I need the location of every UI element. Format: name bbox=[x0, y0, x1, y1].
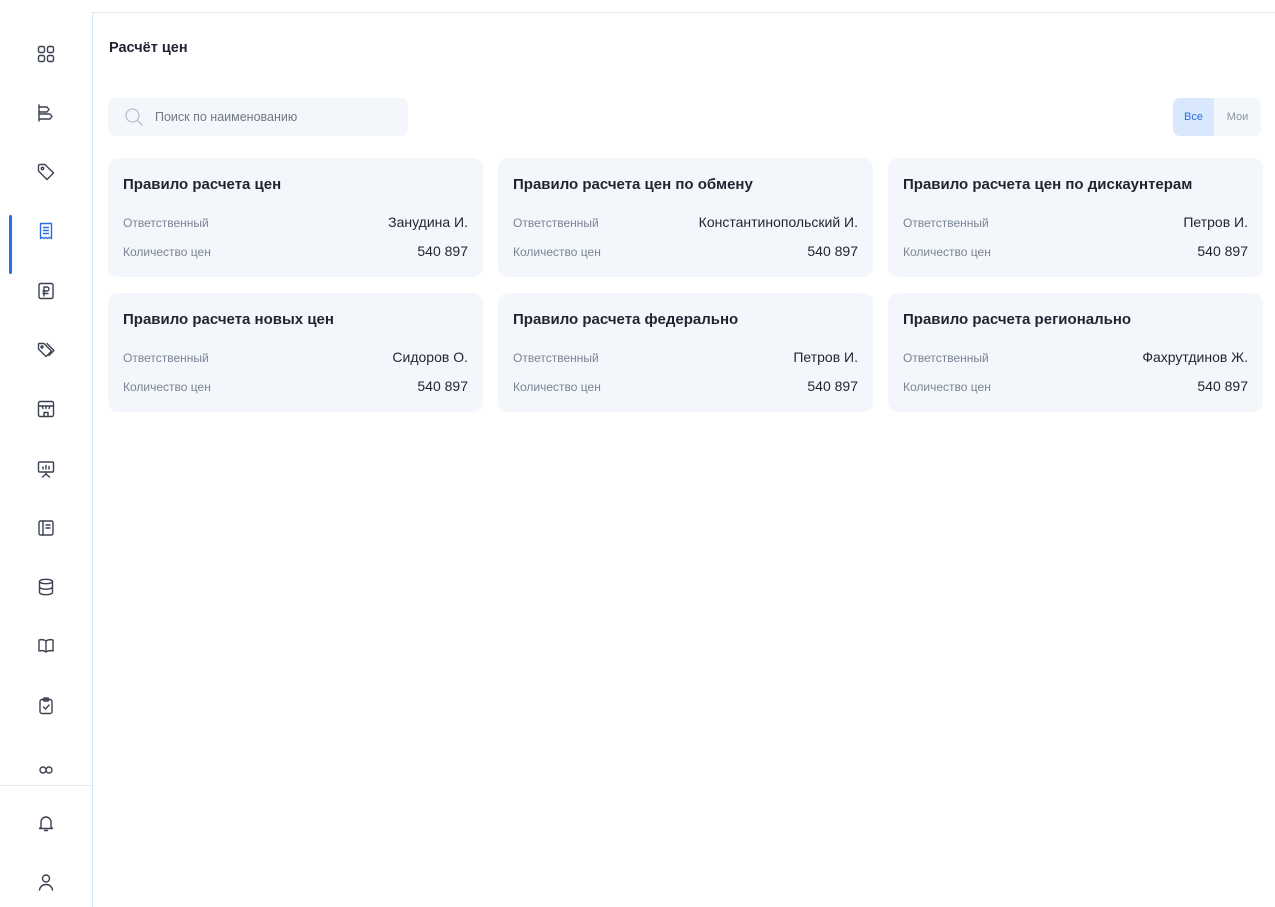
search-box[interactable] bbox=[108, 98, 408, 136]
tags-icon bbox=[37, 342, 55, 358]
price-count-row: Количество цен 540 897 bbox=[903, 378, 1248, 394]
price-count-value: 540 897 bbox=[807, 243, 858, 259]
database-icon bbox=[38, 578, 54, 596]
sidebar-divider bbox=[0, 785, 92, 786]
sidebar-item-price-calculation[interactable] bbox=[0, 211, 92, 251]
sidebar-item-catalog[interactable] bbox=[0, 626, 92, 666]
rule-card-title: Правило расчета цен по обмену bbox=[513, 176, 753, 193]
page-title: Расчёт цен bbox=[109, 40, 188, 56]
rule-card[interactable]: Правило расчета регионально Ответственны… bbox=[888, 293, 1263, 412]
responsible-value: Константинопольский И. bbox=[698, 214, 858, 230]
rule-card-title: Правило расчета цен по дискаунтерам bbox=[903, 176, 1193, 193]
sidebar-item-hierarchy[interactable] bbox=[0, 93, 92, 133]
price-count-label: Количество цен bbox=[513, 245, 601, 259]
responsible-value: Занудина И. bbox=[388, 214, 468, 230]
price-count-row: Количество цен 540 897 bbox=[903, 243, 1248, 259]
responsible-value: Петров И. bbox=[1183, 214, 1248, 230]
price-count-row: Количество цен 540 897 bbox=[123, 243, 468, 259]
responsible-value: Фахрутдинов Ж. bbox=[1142, 349, 1248, 365]
price-count-label: Количество цен bbox=[123, 245, 211, 259]
responsible-row: Ответственный Сидоров О. bbox=[123, 349, 468, 365]
sidebar-item-presentations[interactable] bbox=[0, 449, 92, 489]
sidebar bbox=[0, 12, 93, 907]
rule-card[interactable]: Правило расчета цен по обмену Ответствен… bbox=[498, 158, 873, 277]
responsible-label: Ответственный bbox=[903, 216, 989, 230]
rule-card[interactable]: Правило расчета федерально Ответственный… bbox=[498, 293, 873, 412]
search-icon bbox=[125, 108, 143, 126]
price-count-row: Количество цен 540 897 bbox=[123, 378, 468, 394]
rule-card-title: Правило расчета цен bbox=[123, 176, 282, 193]
responsible-row: Ответственный Занудина И. bbox=[123, 214, 468, 230]
presentation-icon bbox=[37, 461, 55, 478]
rule-card[interactable]: Правило расчета цен по дискаунтерам Отве… bbox=[888, 158, 1263, 277]
price-count-label: Количество цен bbox=[903, 380, 991, 394]
responsible-value: Петров И. bbox=[793, 349, 858, 365]
rule-card-title: Правило расчета регионально bbox=[903, 311, 1132, 328]
price-count-label: Количество цен bbox=[123, 380, 211, 394]
receipt-icon bbox=[39, 222, 53, 240]
sidebar-item-promotions[interactable] bbox=[0, 330, 92, 370]
top-border bbox=[0, 12, 1275, 13]
clipboard-check-icon bbox=[39, 697, 53, 715]
sidebar-item-tags[interactable] bbox=[0, 152, 92, 192]
price-count-value: 540 897 bbox=[807, 378, 858, 394]
book-icon bbox=[38, 639, 54, 653]
tag-icon bbox=[37, 163, 55, 181]
filter-all-button[interactable]: Все bbox=[1173, 98, 1214, 136]
price-count-value: 540 897 bbox=[417, 378, 468, 394]
price-count-value: 540 897 bbox=[1197, 378, 1248, 394]
responsible-label: Ответственный bbox=[513, 216, 599, 230]
filter-mine-button[interactable]: Мои bbox=[1214, 98, 1261, 136]
bell-icon bbox=[38, 816, 54, 832]
price-count-value: 540 897 bbox=[417, 243, 468, 259]
profile-button[interactable] bbox=[0, 862, 92, 902]
responsible-row: Ответственный Петров И. bbox=[903, 214, 1248, 230]
sidebar-item-prices[interactable] bbox=[0, 271, 92, 311]
price-count-label: Количество цен bbox=[513, 380, 601, 394]
rule-card-title: Правило расчета новых цен bbox=[123, 311, 334, 328]
sidebar-item-documents[interactable] bbox=[0, 508, 92, 548]
sidebar-item-dashboard[interactable] bbox=[0, 34, 92, 74]
responsible-row: Ответственный Петров И. bbox=[513, 349, 858, 365]
grid-icon bbox=[37, 45, 55, 63]
app-root: Расчёт цен Все Мои Правило расчета цен О… bbox=[0, 0, 1275, 907]
rule-card[interactable]: Правило расчета цен Ответственный Зануди… bbox=[108, 158, 483, 277]
sidebar-item-tasks[interactable] bbox=[0, 686, 92, 726]
sidebar-scroll-mask bbox=[0, 786, 92, 798]
ruble-icon bbox=[38, 282, 54, 300]
responsible-label: Ответственный bbox=[123, 216, 209, 230]
hierarchy-icon bbox=[38, 104, 53, 122]
price-count-value: 540 897 bbox=[1197, 243, 1248, 259]
store-icon bbox=[37, 400, 55, 418]
price-count-row: Количество цен 540 897 bbox=[513, 378, 858, 394]
rule-card[interactable]: Правило расчета новых цен Ответственный … bbox=[108, 293, 483, 412]
responsible-label: Ответственный bbox=[903, 351, 989, 365]
document-icon bbox=[38, 520, 54, 536]
responsible-row: Ответственный Константинопольский И. bbox=[513, 214, 858, 230]
users-icon bbox=[39, 766, 53, 774]
ownership-filter-toggle: Все Мои bbox=[1173, 98, 1261, 136]
responsible-label: Ответственный bbox=[123, 351, 209, 365]
responsible-row: Ответственный Фахрутдинов Ж. bbox=[903, 349, 1248, 365]
responsible-label: Ответственный bbox=[513, 351, 599, 365]
notifications-button[interactable] bbox=[0, 803, 92, 843]
sidebar-item-stores[interactable] bbox=[0, 389, 92, 429]
price-count-label: Количество цен bbox=[903, 245, 991, 259]
price-count-row: Количество цен 540 897 bbox=[513, 243, 858, 259]
responsible-value: Сидоров О. bbox=[392, 349, 468, 365]
user-icon bbox=[38, 874, 54, 891]
search-input[interactable] bbox=[155, 110, 385, 124]
rule-card-title: Правило расчета федерально bbox=[513, 311, 739, 328]
sidebar-item-database[interactable] bbox=[0, 567, 92, 607]
